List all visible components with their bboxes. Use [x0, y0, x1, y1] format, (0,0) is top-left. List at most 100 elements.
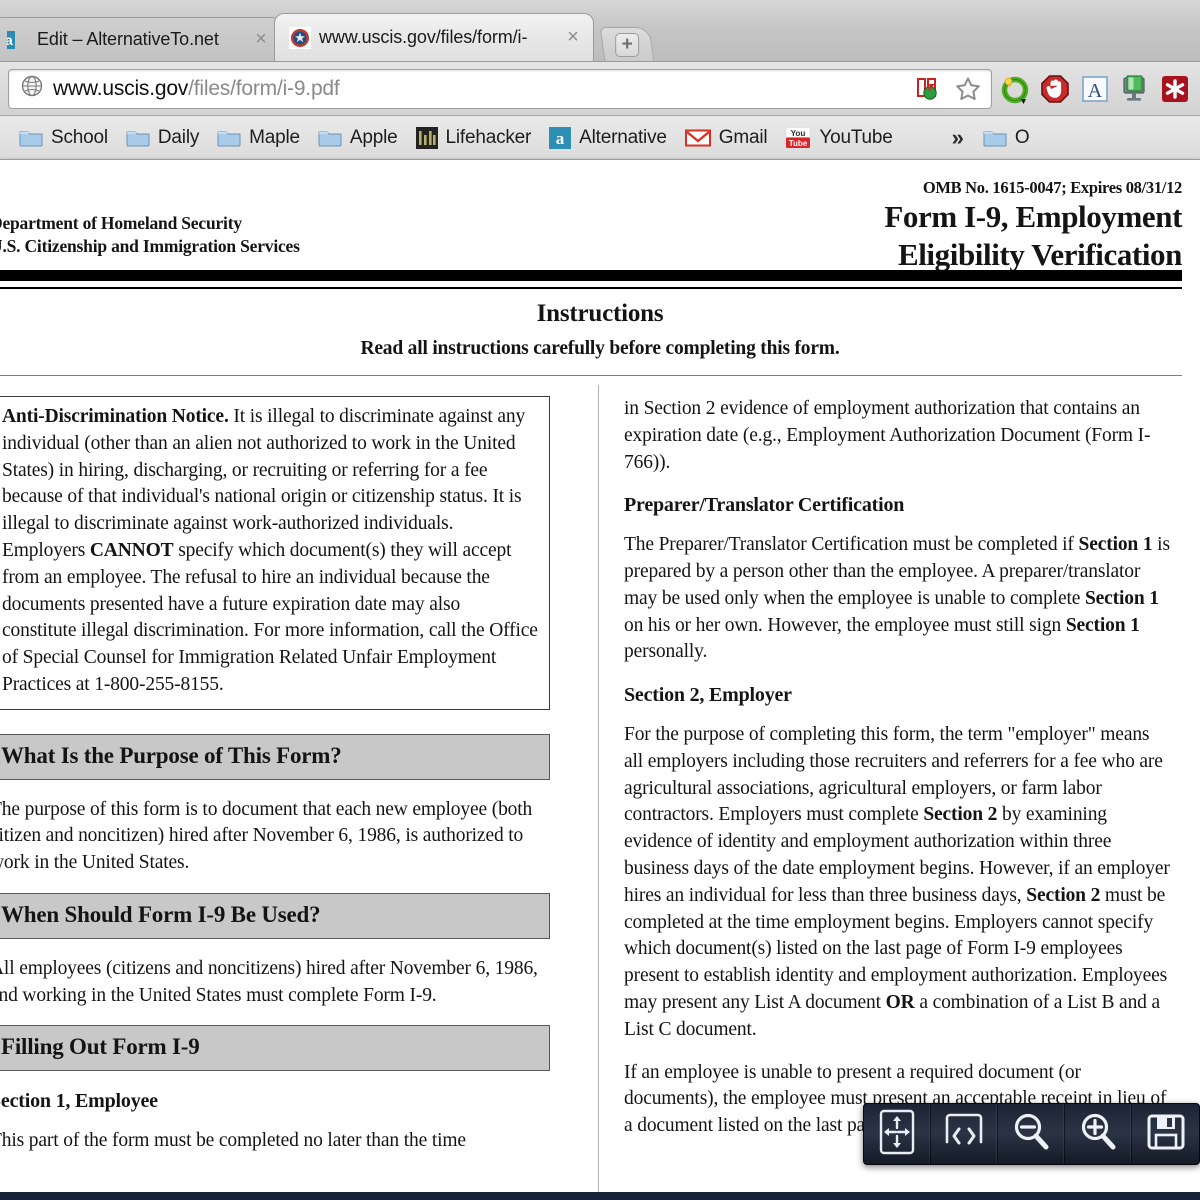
paragraph-continued: in Section 2 evidence of employment auth… [624, 398, 1151, 473]
or-bold: OR [885, 991, 915, 1013]
youtube-icon: You Tube [785, 126, 811, 149]
prev-next-chevrons-icon [941, 1108, 987, 1161]
omb-number: OMB No. 1615-0047; Expires 08/31/12 [922, 178, 1182, 197]
svg-text:a: a [7, 32, 13, 48]
section1-bold: Section 1 [1078, 534, 1153, 556]
right-column: in Section 2 evidence of employment auth… [624, 396, 1172, 1156]
zoom-in-button[interactable] [1065, 1104, 1132, 1164]
bookmark-label: School [51, 126, 108, 148]
agency-line2: U.S. Citizenship and Immigration Service… [0, 236, 300, 256]
alternativeto-icon: a [549, 126, 572, 149]
notice-body-2: specify which document(s) they will acce… [2, 539, 538, 695]
bookmark-daily[interactable]: Daily [117, 124, 208, 152]
zoom-out-button[interactable] [998, 1104, 1065, 1164]
folder-icon [983, 128, 1007, 147]
notice-cannot: CANNOT [89, 539, 174, 561]
instructions-heading: Instructions [536, 300, 664, 327]
bookmark-school[interactable]: School [10, 124, 117, 152]
new-tab-button[interactable]: + [599, 27, 655, 61]
section-header-filling: Filling Out Form I-9 [0, 1025, 550, 1072]
magnifier-minus-icon [1010, 1110, 1052, 1159]
bookmark-label: Daily [157, 126, 200, 148]
svg-text:a: a [556, 129, 565, 148]
floppy-disk-icon [1145, 1111, 1187, 1158]
page-nav-button[interactable] [931, 1104, 998, 1164]
page-action-icon[interactable] [913, 72, 947, 106]
preparer-a: The Preparer/Translator Certification mu… [624, 534, 1079, 556]
address-bar[interactable]: www.uscis.gov/files/form/i-9.pdf [8, 68, 992, 109]
viewer-bottom-strip [0, 1192, 1200, 1200]
paragraph-section1: This part of the form must be completed … [0, 1129, 466, 1151]
column-divider [598, 385, 599, 1200]
globe-icon [19, 73, 45, 104]
folder-icon [318, 128, 342, 147]
form-title-line1: Form I-9, Employment [884, 199, 1182, 234]
url-host: www.uscis.gov [53, 76, 189, 100]
url-text: www.uscis.gov/files/form/i-9.pdf [53, 77, 913, 101]
bookmark-maple[interactable]: Maple [208, 124, 309, 152]
bookmark-apple[interactable]: Apple [309, 124, 407, 152]
pdf-page: OMB No. 1615-0047; Expires 08/31/12 Form… [0, 160, 1200, 1200]
bookmark-label: O [1014, 126, 1030, 148]
bookmark-gmail[interactable]: Gmail [676, 124, 777, 152]
form-title: Form I-9, Employment Eligibility Verific… [562, 198, 1182, 274]
folder-icon [19, 128, 43, 147]
form-title-line2: Eligibility Verification [897, 237, 1182, 272]
browser-tab-alternativeto[interactable]: a Edit – AlternativeTo.net × [0, 17, 282, 61]
bookmarks-bar: School Daily Maple Apple Lifehacker a Al… [0, 116, 1200, 160]
browser-tab-title: Edit – AlternativeTo.net [37, 29, 219, 49]
uscis-seal-favicon [289, 26, 311, 49]
header-thin-rule [0, 287, 1182, 289]
preparer-d: personally. [624, 641, 708, 663]
paragraph-section2: For the purpose of completing this form,… [624, 722, 1172, 1044]
agency-line1: Department of Homeland Security [0, 213, 242, 233]
green-monitor-icon[interactable] [1118, 72, 1152, 106]
anti-discrimination-notice: Anti-Discrimination Notice. It is illega… [0, 396, 550, 710]
bookmark-label: Alternative [579, 126, 667, 148]
bookmark-lifehacker[interactable]: Lifehacker [407, 124, 541, 152]
close-icon[interactable]: × [563, 27, 583, 48]
section2-bold: Section 2 [923, 804, 998, 826]
columns-top-rule [0, 375, 1182, 376]
section1-bold: Section 1 [1084, 587, 1159, 609]
svg-text:A: A [1088, 80, 1103, 102]
alternativeto-favicon: a [7, 29, 29, 51]
fit-page-button[interactable] [864, 1104, 931, 1164]
bookmarks-overflow-chevron[interactable]: » [942, 125, 974, 151]
browser-tab-uscis[interactable]: www.uscis.gov/files/form/i- × [274, 13, 594, 61]
tab-strip: a Edit – AlternativeTo.net × www.uscis.g… [0, 0, 1200, 62]
paragraph-preparer: The Preparer/Translator Certification mu… [624, 532, 1172, 666]
section2-bold: Section 2 [1026, 884, 1101, 906]
section1-bold: Section 1 [1065, 614, 1140, 636]
save-button[interactable] [1132, 1104, 1199, 1164]
svg-text:Tube: Tube [789, 138, 808, 147]
bookmark-label: Apple [349, 126, 398, 148]
preparer-c: on his or her own. However, the employee… [624, 614, 1066, 636]
bookmark-youtube[interactable]: You Tube YouTube [776, 124, 901, 152]
browser-toolbar: www.uscis.gov/files/form/i-9.pdf A [0, 62, 1200, 116]
instructions-subheading: Read all instructions carefully before c… [360, 338, 840, 359]
pdf-toolbar [863, 1103, 1200, 1165]
plus-icon: + [615, 32, 640, 57]
bookmark-alternative[interactable]: a Alternative [540, 124, 676, 152]
paragraph-purpose: The purpose of this form is to document … [0, 798, 533, 874]
section-header-when: When Should Form I-9 Be Used? [0, 892, 550, 939]
bookmark-label: Gmail [718, 126, 768, 148]
folder-icon [217, 128, 241, 147]
green-circular-arrow-icon[interactable] [998, 72, 1032, 106]
pdf-viewer[interactable]: OMB No. 1615-0047; Expires 08/31/12 Form… [0, 160, 1200, 1200]
adblock-stop-hand-icon[interactable] [1038, 72, 1072, 106]
subheading-preparer: Preparer/Translator Certification [624, 494, 905, 517]
browser-tab-title: www.uscis.gov/files/form/i- [319, 27, 528, 47]
red-asterisk-icon[interactable] [1158, 72, 1192, 106]
subheading-section1: Section 1, Employee [0, 1090, 158, 1113]
close-icon[interactable]: × [251, 29, 271, 50]
section-header-purpose: What Is the Purpose of This Form? [0, 733, 550, 780]
letter-a-icon[interactable]: A [1078, 72, 1112, 106]
browser-window: a Edit – AlternativeTo.net × www.uscis.g… [0, 0, 1200, 1200]
star-icon[interactable] [951, 72, 985, 106]
folder-icon [126, 128, 150, 147]
bookmark-cut-off[interactable]: O [974, 124, 1039, 152]
notice-paragraph: Anti-Discrimination Notice. It is illega… [2, 404, 538, 699]
svg-text:You: You [791, 128, 806, 137]
